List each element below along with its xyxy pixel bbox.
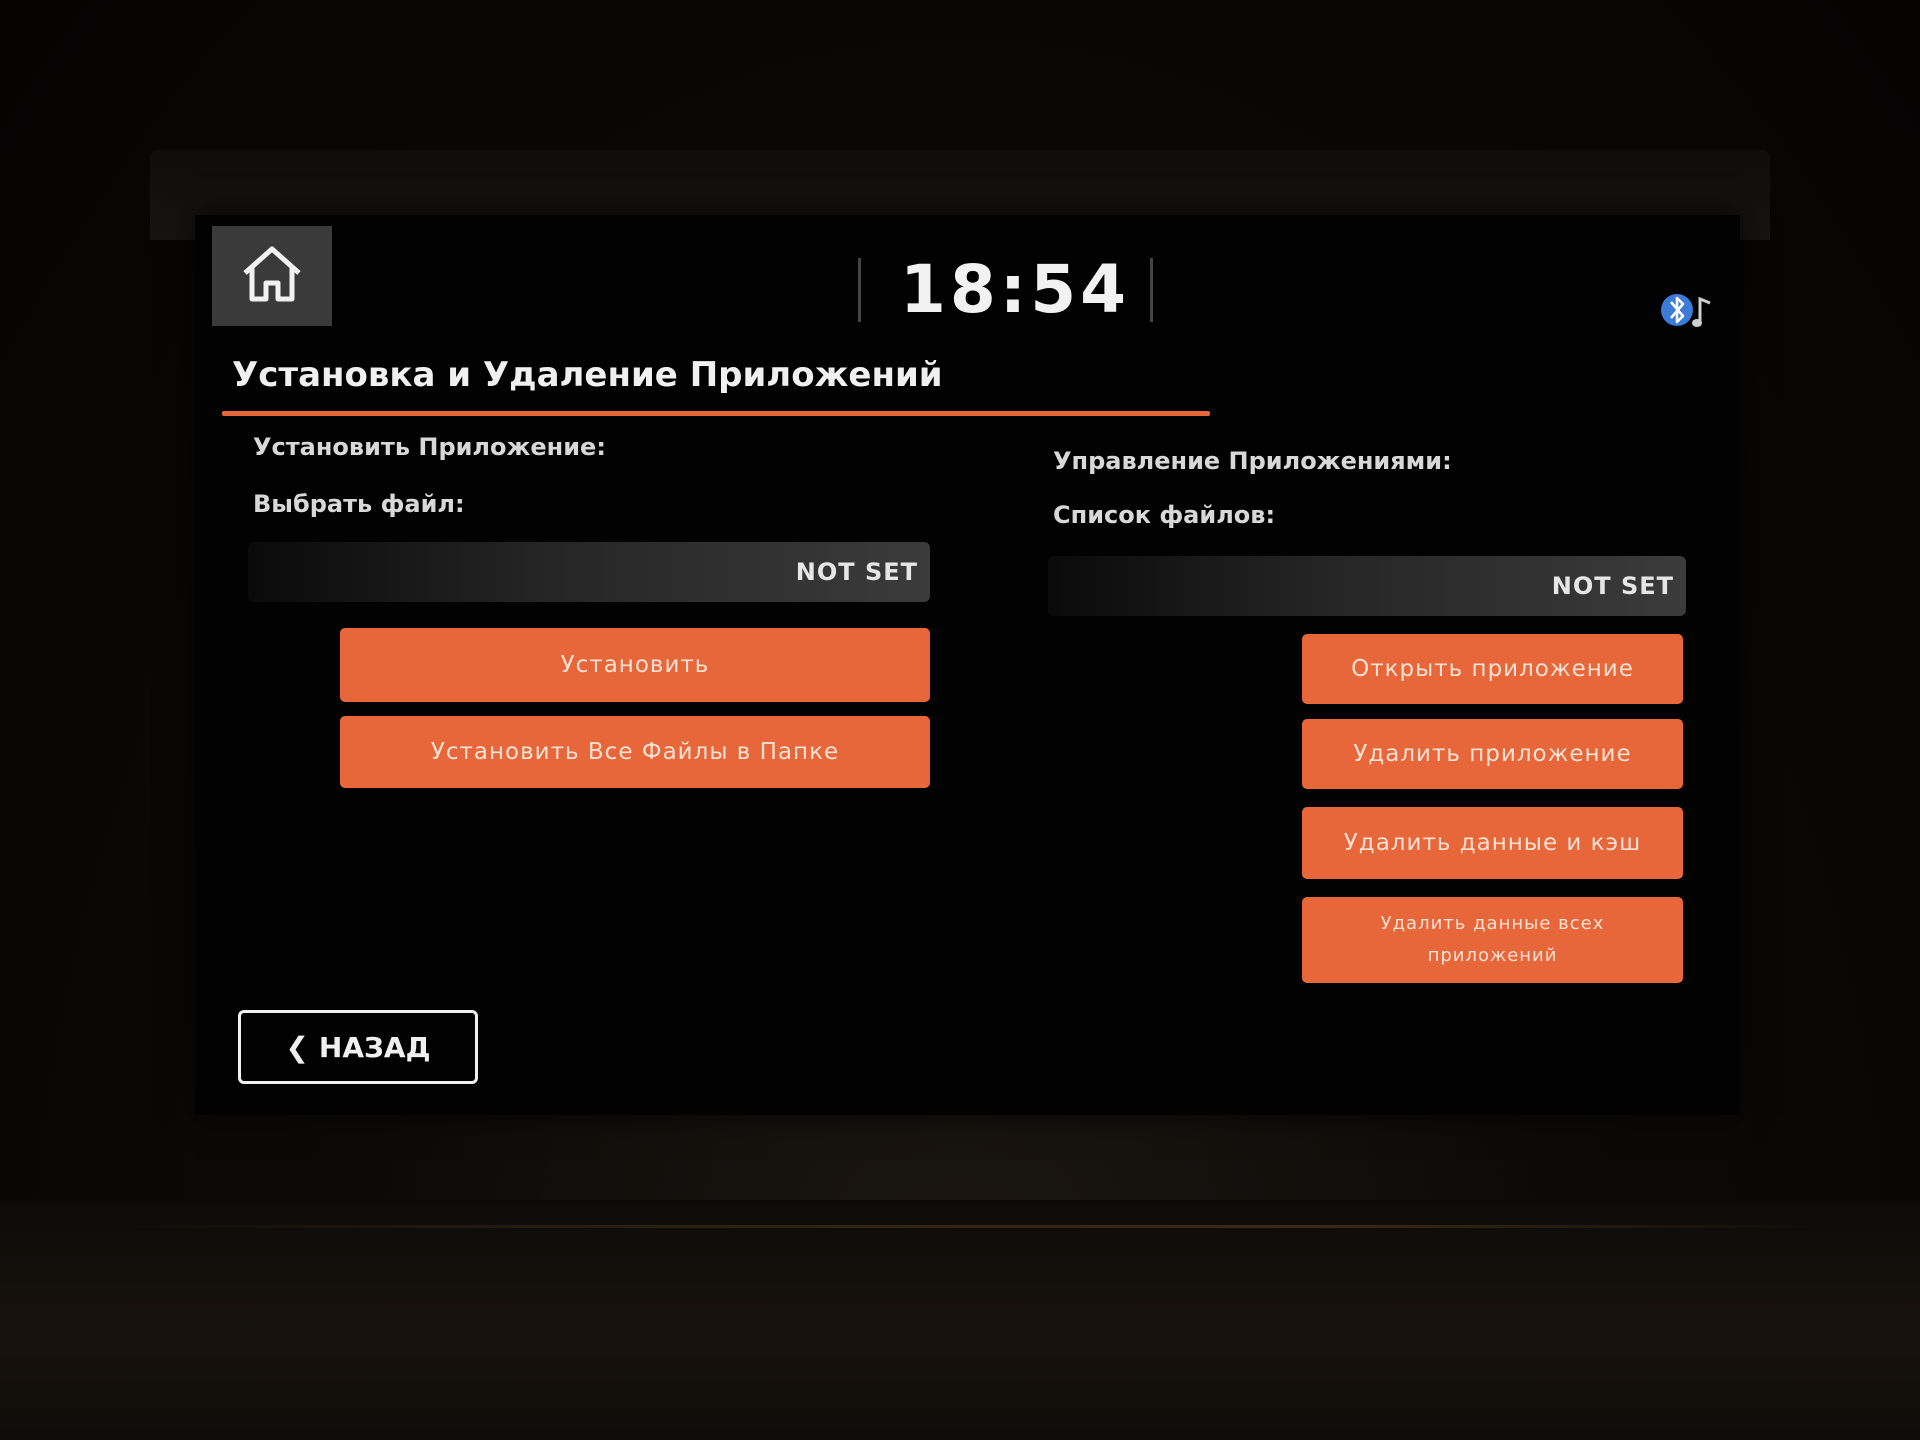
install-button[interactable]: Установить [340,628,930,702]
clock-divider-left [858,258,861,322]
install-all-in-folder-button[interactable]: Установить Все Файлы в Папке [340,716,930,788]
bezel-trim-line [120,1225,1820,1228]
page-title: Установка и Удаление Приложений [232,355,943,395]
bezel-bottom [0,1200,1920,1440]
clear-data-cache-button[interactable]: Удалить данные и кэш [1302,807,1683,879]
file-list-field[interactable]: NOT SET [1048,556,1686,616]
bluetooth-audio-icon [1655,285,1720,335]
chevron-left-icon: ❮ [285,1030,309,1064]
delete-app-button[interactable]: Удалить приложение [1302,719,1683,789]
back-button-label: НАЗАД [318,1030,431,1064]
clock-time: 18:54 [899,251,1131,328]
file-list-label: Список файлов: [1053,501,1276,529]
manage-section-label: Управление Приложениями: [1053,447,1452,475]
install-section-label: Установить Приложение: [253,433,606,461]
home-icon [239,243,305,309]
home-button[interactable] [212,226,332,326]
select-file-field[interactable]: NOT SET [248,542,930,602]
clock-divider-right [1150,258,1153,322]
title-underline [222,411,1210,416]
back-button[interactable]: ❮ НАЗАД [238,1010,478,1084]
open-app-button[interactable]: Открыть приложение [1302,634,1683,704]
select-file-label: Выбрать файл: [253,490,465,518]
clear-all-apps-data-button[interactable]: Удалить данные всех приложений [1302,897,1683,983]
